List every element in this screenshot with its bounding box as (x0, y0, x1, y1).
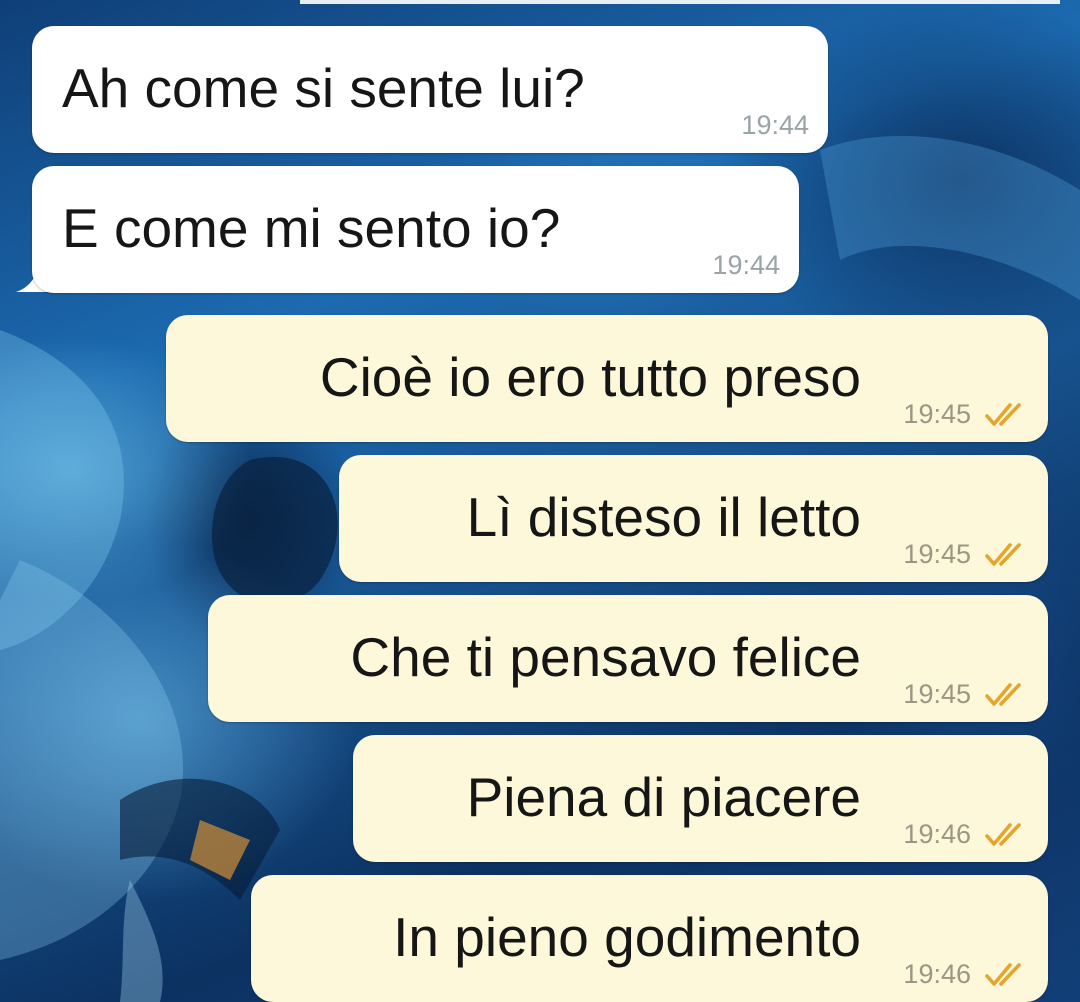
message-bubble-outgoing[interactable]: Lì disteso il letto 19:45 (339, 455, 1048, 582)
message-bubble-outgoing[interactable]: Che ti pensavo felice 19:45 (208, 595, 1048, 722)
message-timestamp: 19:45 (903, 399, 971, 429)
double-check-icon (985, 403, 1021, 426)
message-text: Che ti pensavo felice (350, 626, 861, 688)
message-bubble-outgoing[interactable]: Cioè io ero tutto preso 19:45 (166, 315, 1048, 442)
message-timestamp: 19:46 (903, 819, 971, 849)
message-text: In pieno godimento (393, 906, 861, 968)
message-bubble-outgoing[interactable]: In pieno godimento 19:46 (251, 875, 1048, 1002)
message-text: Ah come si sente lui? (62, 57, 585, 119)
double-check-icon (985, 543, 1021, 566)
message-text: Cioè io ero tutto preso (319, 346, 861, 408)
double-check-icon (985, 963, 1021, 986)
message-timestamp: 19:44 (741, 110, 809, 140)
message-text: Piena di piacere (466, 766, 861, 828)
message-text: Lì disteso il letto (466, 486, 861, 548)
message-text: E come mi sento io? (62, 197, 561, 259)
double-check-icon (985, 683, 1021, 706)
message-bubble-incoming[interactable]: Ah come si sente lui? 19:44 (32, 26, 828, 153)
double-check-icon (985, 823, 1021, 846)
message-bubble-outgoing[interactable]: Piena di piacere 19:46 (353, 735, 1048, 862)
message-timestamp: 19:45 (903, 679, 971, 709)
message-bubble-incoming[interactable]: E come mi sento io? 19:44 (32, 166, 799, 293)
message-timestamp: 19:45 (903, 539, 971, 569)
message-timestamp: 19:44 (712, 250, 780, 280)
message-timestamp: 19:46 (903, 959, 971, 989)
